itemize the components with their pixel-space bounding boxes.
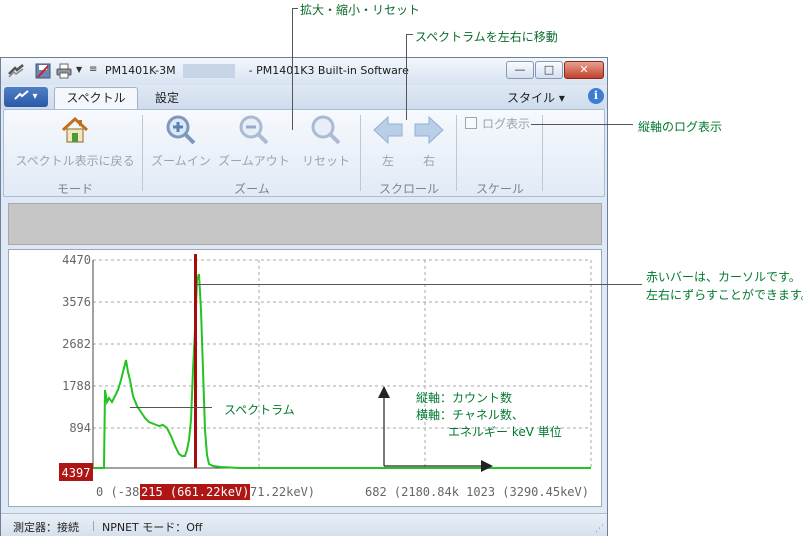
customize-qa-icon[interactable]: ≡ bbox=[89, 64, 97, 75]
axis-note-horizontal: 横軸：チャネル数、 bbox=[416, 408, 524, 422]
annotation-scroll: スペクトラムを左右に移動 bbox=[415, 30, 558, 44]
ribbon-separator bbox=[142, 115, 143, 191]
app-window: ▼ ≡ PM1401K-3M - PM1401K3 Built-in Softw… bbox=[0, 57, 608, 536]
title-bar: ▼ ≡ PM1401K-3M - PM1401K3 Built-in Softw… bbox=[1, 58, 607, 85]
status-connection: 測定器：接続 bbox=[13, 521, 79, 534]
status-divider bbox=[93, 521, 94, 531]
scroll-left-button[interactable]: 左 bbox=[368, 112, 408, 176]
maximize-button[interactable]: □ bbox=[535, 61, 563, 79]
annotation-log-axis: 縦軸のログ表示 bbox=[638, 120, 723, 134]
save-icon[interactable] bbox=[35, 63, 51, 79]
callout-line bbox=[196, 284, 642, 285]
zoom-in-icon bbox=[166, 115, 196, 145]
status-bar: 測定器：接続 NPNET モード：Off ⋰ bbox=[1, 513, 607, 536]
scroll-right-button[interactable]: 右 bbox=[409, 112, 449, 176]
x-axis-right-label: 682 (2180.84k 1023 (3290.45keV) bbox=[365, 485, 589, 499]
y-tick-label: 2682 bbox=[62, 337, 91, 351]
ribbon-panel: スペクトル表示に戻る モード ズームイン ズームアウト リセット ズーム 左 右… bbox=[3, 109, 605, 197]
arrow-right-icon bbox=[414, 115, 444, 145]
cursor-bar[interactable] bbox=[194, 254, 197, 468]
group-label-zoom: ズーム bbox=[234, 182, 270, 196]
cursor-channel-label: 215 (661.22keV) bbox=[141, 485, 249, 499]
info-band bbox=[8, 203, 602, 245]
y-tick-label: 3576 bbox=[62, 295, 91, 309]
title-suffix: - PM1401K3 Built-in Software bbox=[248, 64, 409, 77]
info-icon[interactable]: i bbox=[588, 88, 604, 104]
spectrum-chart[interactable]: 4470 3576 2682 1788 894 4397 0 (-38 215 … bbox=[9, 250, 601, 506]
scroll-right-label: 右 bbox=[422, 154, 435, 168]
zoom-out-icon bbox=[239, 115, 269, 145]
ribbon-separator bbox=[456, 115, 457, 191]
axis-note-vertical: 縦軸：カウント数 bbox=[416, 391, 513, 405]
resize-grip-icon[interactable]: ⋰ bbox=[595, 524, 604, 534]
zoom-out-button[interactable]: ズームアウト bbox=[214, 112, 294, 176]
callout-line bbox=[292, 8, 293, 130]
app-logo-icon bbox=[8, 64, 24, 78]
reset-zoom-button[interactable]: リセット bbox=[296, 112, 356, 176]
minimize-button[interactable]: — bbox=[506, 61, 534, 79]
tab-settings[interactable]: 設定 bbox=[141, 87, 193, 109]
callout-line bbox=[130, 407, 212, 408]
callout-line bbox=[531, 124, 633, 125]
zoom-in-button[interactable]: ズームイン bbox=[148, 112, 214, 176]
annotation-cursor-line2: 左右にずらすことができます。 bbox=[646, 288, 803, 302]
qa-dropdown-icon[interactable]: ▼ bbox=[76, 65, 82, 74]
home-icon bbox=[61, 116, 89, 143]
back-to-spectrum-button[interactable]: スペクトル表示に戻る bbox=[12, 112, 138, 176]
ribbon-tab-row: ▾ スペクトル 設定 スタイル ▾ i bbox=[1, 85, 607, 109]
group-label-scale: スケール bbox=[475, 182, 524, 196]
callout-line bbox=[406, 34, 407, 120]
y-tick-label: 894 bbox=[69, 421, 91, 435]
reset-zoom-label: リセット bbox=[301, 154, 350, 168]
log-display-checkbox[interactable]: ログ表示 bbox=[464, 115, 536, 131]
callout-line bbox=[406, 34, 413, 35]
y-tick-label: 1788 bbox=[62, 379, 91, 393]
cursor-count-label: 4397 bbox=[62, 466, 91, 480]
ribbon-separator bbox=[542, 115, 543, 191]
magnifier-icon bbox=[311, 115, 341, 145]
window-title: PM1401K-3M - PM1401K3 Built-in Software bbox=[105, 64, 409, 77]
y-tick-label: 4470 bbox=[62, 253, 91, 267]
back-to-spectrum-label: スペクトル表示に戻る bbox=[15, 154, 135, 168]
checkbox-box[interactable] bbox=[465, 117, 477, 129]
annotation-cursor-line1: 赤いバーは、カーソルです。 bbox=[646, 270, 801, 284]
zoom-out-label: ズームアウト bbox=[218, 154, 290, 168]
group-label-scroll: スクロール bbox=[378, 182, 439, 196]
style-menu[interactable]: スタイル ▾ bbox=[507, 89, 565, 106]
app-menu-arrow: ▾ bbox=[32, 91, 38, 102]
app-menu-button[interactable]: ▾ bbox=[4, 87, 48, 107]
ribbon-separator bbox=[360, 115, 361, 191]
scroll-left-label: 左 bbox=[381, 154, 394, 168]
tab-spectrum[interactable]: スペクトル bbox=[54, 87, 138, 109]
print-icon[interactable] bbox=[56, 63, 72, 79]
close-button[interactable]: ✕ bbox=[564, 61, 604, 79]
arrow-left-icon bbox=[373, 115, 403, 145]
log-display-label: ログ表示 bbox=[482, 117, 531, 131]
axis-note-energy: エネルギー keV 単位 bbox=[448, 425, 562, 439]
annotation-spectrum: スペクトラム bbox=[224, 403, 295, 417]
spectrum-plot-panel: 4470 3576 2682 1788 894 4397 0 (-38 215 … bbox=[8, 249, 602, 507]
x-axis-left-label: 0 (-38 bbox=[96, 485, 139, 499]
status-npnet-mode: NPNET モード：Off bbox=[102, 521, 203, 534]
title-app-name: PM1401K-3M bbox=[105, 64, 176, 77]
group-label-mode: モード bbox=[56, 182, 93, 196]
callout-line bbox=[292, 8, 298, 9]
annotation-zoom-reset: 拡大・縮小・リセット bbox=[300, 3, 421, 17]
x-axis-mid-label: 71.22keV) bbox=[250, 485, 315, 499]
y-axis-labels: 4470 3576 2682 1788 894 bbox=[62, 253, 91, 435]
app-menu-logo-icon bbox=[14, 90, 30, 100]
zoom-in-label: ズームイン bbox=[151, 154, 211, 168]
redacted-title-box bbox=[183, 64, 235, 78]
